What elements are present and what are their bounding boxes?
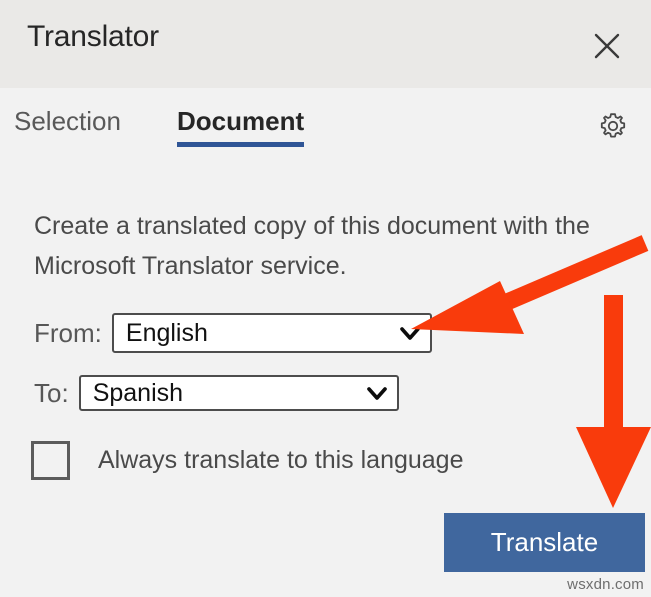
always-translate-label: Always translate to this language <box>98 446 464 474</box>
from-language-value: English <box>125 318 208 347</box>
always-translate-checkbox[interactable] <box>31 441 70 480</box>
chevron-down-icon <box>357 380 397 406</box>
translate-button[interactable]: Translate <box>444 513 645 572</box>
tab-selection-label: Selection <box>14 106 121 136</box>
watermark: wsxdn.com <box>567 576 644 593</box>
from-language-select[interactable]: English <box>111 313 432 353</box>
close-icon <box>592 31 622 61</box>
settings-button[interactable] <box>591 104 635 148</box>
tab-document-label: Document <box>177 106 305 136</box>
chevron-down-icon <box>390 320 430 346</box>
panel-header: Translator <box>0 0 651 88</box>
to-label: To: <box>34 377 69 408</box>
to-language-row: To: Spanish <box>34 375 399 411</box>
page-title: Translator <box>27 20 159 53</box>
tab-active-indicator <box>177 142 305 147</box>
always-translate-row[interactable]: Always translate to this language <box>31 441 464 480</box>
from-language-row: From: English <box>34 313 432 353</box>
translate-button-label: Translate <box>490 527 599 557</box>
tab-selection[interactable]: Selection <box>14 106 121 147</box>
description-text: Create a translated copy of this documen… <box>34 212 590 280</box>
tab-document[interactable]: Document <box>177 106 305 147</box>
to-language-value: Spanish <box>92 378 184 407</box>
close-button[interactable] <box>583 22 631 70</box>
from-label: From: <box>34 317 102 348</box>
red-arrow-down-icon <box>576 295 651 508</box>
tab-strip: Selection Document <box>0 88 651 170</box>
gear-icon <box>597 110 629 142</box>
to-language-select[interactable]: Spanish <box>78 375 399 411</box>
